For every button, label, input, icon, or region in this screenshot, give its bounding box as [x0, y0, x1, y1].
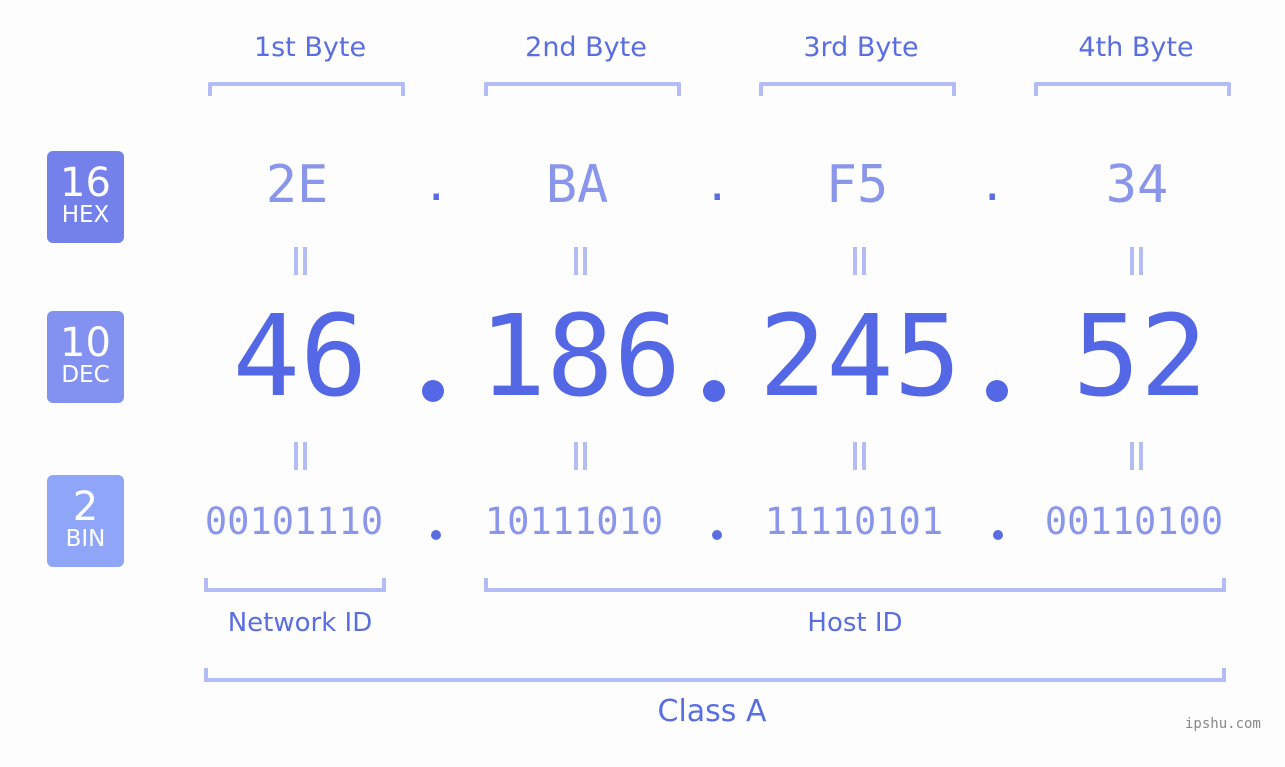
equals-icon	[572, 247, 588, 275]
network-id-label: Network ID	[227, 608, 373, 638]
dec-separator-dot	[422, 380, 444, 402]
class-bracket	[204, 668, 1226, 682]
byte-bracket-4	[1034, 82, 1231, 96]
hex-badge-label: HEX	[61, 202, 110, 228]
equals-icon	[572, 442, 588, 470]
dec-separator-dot	[986, 380, 1008, 402]
bin-badge-base: 2	[72, 484, 99, 530]
host-id-label: Host ID	[807, 608, 903, 638]
dec-badge-base: 10	[60, 320, 111, 366]
dec-byte-4: 52	[1072, 292, 1208, 422]
equals-icon	[851, 247, 867, 275]
hex-badge: 16 HEX	[47, 151, 124, 243]
byte-header-3: 3rd Byte	[803, 32, 919, 63]
network-id-bracket	[204, 578, 386, 592]
bin-separator-dot	[431, 530, 441, 540]
byte-header-1: 1st Byte	[253, 32, 367, 63]
equals-icon	[292, 247, 308, 275]
bin-separator-dot	[993, 530, 1003, 540]
bin-separator-dot	[712, 530, 722, 540]
dec-separator-dot	[703, 380, 725, 402]
equals-icon	[1128, 247, 1144, 275]
byte-bracket-3	[759, 82, 956, 96]
dec-badge: 10 DEC	[47, 311, 124, 403]
equals-icon	[292, 442, 308, 470]
hex-byte-1: 2E	[265, 155, 329, 215]
bin-badge: 2 BIN	[47, 475, 124, 567]
hex-separator: .	[979, 160, 1006, 211]
byte-header-2: 2nd Byte	[525, 32, 647, 63]
hex-byte-4: 34	[1105, 155, 1169, 215]
bin-byte-4: 00110100	[1044, 500, 1224, 543]
byte-bracket-1	[208, 82, 405, 96]
hex-separator: .	[423, 160, 450, 211]
host-id-bracket	[484, 578, 1226, 592]
bin-badge-label: BIN	[65, 526, 106, 552]
bin-byte-1: 00101110	[204, 500, 384, 543]
dec-badge-label: DEC	[61, 362, 110, 388]
dec-byte-1: 46	[232, 292, 368, 422]
equals-icon	[851, 442, 867, 470]
dec-byte-3: 245	[758, 292, 962, 422]
hex-byte-3: F5	[825, 155, 889, 215]
hex-byte-2: BA	[545, 155, 609, 215]
hex-separator: .	[704, 160, 731, 211]
byte-bracket-2	[484, 82, 681, 96]
bin-byte-2: 10111010	[484, 500, 664, 543]
dec-byte-2: 186	[478, 292, 682, 422]
equals-icon	[1128, 442, 1144, 470]
bin-byte-3: 11110101	[764, 500, 944, 543]
hex-badge-base: 16	[60, 160, 111, 206]
watermark: ipshu.com	[1185, 716, 1261, 732]
byte-header-4: 4th Byte	[1078, 32, 1194, 63]
class-label: Class A	[657, 694, 767, 729]
